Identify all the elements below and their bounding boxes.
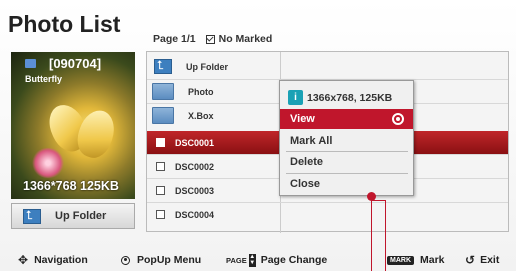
preview-code: [090704] <box>49 56 102 71</box>
list-item-label: DSC0004 <box>175 209 215 220</box>
marked-label: No Marked <box>218 33 273 45</box>
footer-navigation: ✥ Navigation <box>18 252 88 268</box>
footer-bar: ✥ Navigation PopUp Menu PAGE ▲ ▼ Page Cha… <box>0 252 516 268</box>
list-item-label: DSC0002 <box>175 161 215 172</box>
checkbox-icon[interactable] <box>156 186 165 195</box>
menu-item-label: Delete <box>290 156 324 168</box>
up-folder-label: Up Folder <box>55 210 107 222</box>
menu-item-label: Close <box>290 178 320 190</box>
photo-preview: [090704] Butterfly 1366*768 125KB <box>11 52 135 199</box>
folder-icon <box>152 83 174 100</box>
info-icon: i <box>288 90 303 105</box>
menu-item-mark-all[interactable]: Mark All <box>280 131 413 151</box>
list-item-label: Photo <box>188 86 214 97</box>
popup-info-text: 1366x768, 125KB <box>307 91 393 104</box>
popup-menu[interactable]: i 1366x768, 125KB View Mark All Delete C… <box>279 80 414 196</box>
page-icon: PAGE ▲ ▼ <box>226 253 256 267</box>
marked-status: No Marked <box>205 33 273 45</box>
checkbox-icon[interactable] <box>156 138 165 147</box>
checkbox-icon[interactable] <box>156 162 165 171</box>
list-item-label: DSC0001 <box>175 137 215 148</box>
preview-resolution: 1366*768 125KB <box>23 179 119 193</box>
menu-item-label: View <box>290 113 315 125</box>
folder-icon <box>152 107 174 124</box>
menu-item-label: Mark All <box>290 135 333 147</box>
footer-mark-label: Mark <box>420 254 445 266</box>
up-folder-icon <box>154 58 172 74</box>
page-indicator: Page 1/1 No Marked <box>153 33 272 45</box>
flower <box>31 148 65 178</box>
footer-navigation-label: Navigation <box>34 254 88 266</box>
footer-page-change: PAGE ▲ ▼ Page Change <box>226 252 327 268</box>
page-key-label: PAGE <box>226 255 247 265</box>
radio-icon <box>392 113 404 125</box>
pointer-line <box>371 200 386 201</box>
checkbox-icon[interactable] <box>156 210 165 219</box>
exit-icon: ↺ <box>465 253 476 267</box>
footer-exit-label: Exit <box>480 254 500 266</box>
menu-item-close[interactable]: Close <box>280 174 413 194</box>
footer-mark: MARK Mark <box>387 252 445 268</box>
footer-page-label: Page Change <box>260 254 328 266</box>
navigation-icon: ✥ <box>18 253 29 267</box>
checkbox-icon <box>205 34 215 44</box>
tag-icon <box>25 59 36 68</box>
footer-popup-menu: PopUp Menu <box>121 252 201 268</box>
ok-icon <box>121 255 130 265</box>
preview-name: Butterfly <box>25 74 63 84</box>
list-item-label: DSC0003 <box>175 185 215 196</box>
page-number: Page 1/1 <box>153 33 196 45</box>
up-folder-icon <box>23 208 41 224</box>
page-title: Photo List <box>8 11 121 37</box>
mark-icon: MARK <box>387 255 414 265</box>
up-folder-button[interactable]: Up Folder <box>11 203 135 229</box>
footer-exit: ↺ Exit <box>465 252 499 268</box>
footer-popup-label: PopUp Menu <box>137 254 202 266</box>
popup-info: i 1366x768, 125KB <box>288 90 392 105</box>
list-item-dsc0004[interactable]: DSC0004 <box>147 203 508 226</box>
list-item-label: Up Folder <box>186 61 228 72</box>
list-item-up-folder[interactable]: Up Folder <box>147 55 508 78</box>
list-item-label: X.Box <box>188 110 214 121</box>
menu-item-view[interactable]: View <box>280 109 413 129</box>
menu-item-delete[interactable]: Delete <box>280 152 413 172</box>
